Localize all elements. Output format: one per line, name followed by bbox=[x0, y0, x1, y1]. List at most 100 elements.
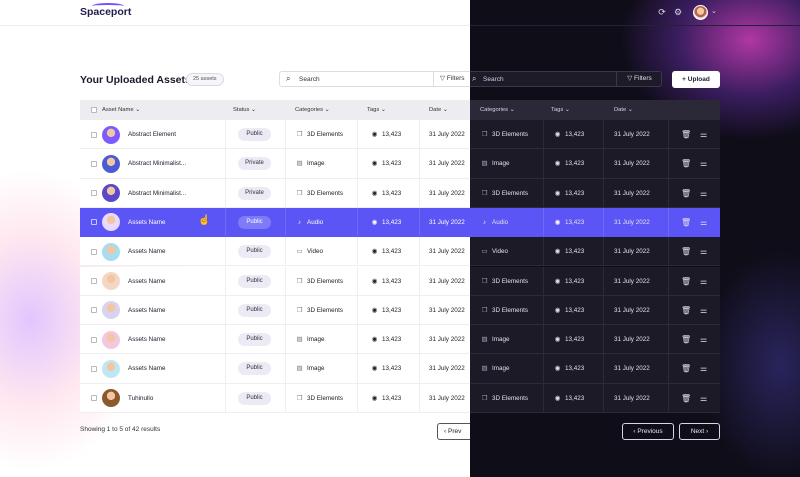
asset-name[interactable]: Abstract Minimalist... bbox=[128, 179, 186, 208]
filter-icon: ▽ bbox=[440, 75, 445, 82]
refresh-icon[interactable]: ⟳ bbox=[657, 7, 667, 17]
column-header-tags[interactable]: Tags ⌄ bbox=[367, 100, 386, 120]
eye-icon: ◉ bbox=[371, 365, 378, 373]
asset-thumbnail bbox=[102, 242, 120, 261]
sliders-icon[interactable]: ⚌ bbox=[700, 354, 707, 383]
category-cell-dark: ▭ Video bbox=[480, 237, 508, 266]
category-cell-dark: ❒ 3D Elements bbox=[480, 120, 528, 149]
category-cell-dark: ▨ Image bbox=[480, 149, 510, 178]
row-checkbox[interactable] bbox=[91, 365, 97, 372]
trash-icon[interactable]: 🗑 bbox=[681, 179, 691, 208]
row-checkbox[interactable] bbox=[91, 278, 97, 284]
upload-label: Upload bbox=[687, 76, 710, 83]
sliders-icon[interactable]: ⚌ bbox=[700, 149, 707, 178]
date-cell-dark: 31 July 2022 bbox=[614, 160, 650, 168]
sliders-icon[interactable]: ⚌ bbox=[700, 237, 707, 266]
asset-name[interactable]: Abstract Minimalist... bbox=[128, 149, 186, 178]
sliders-icon[interactable]: ⚌ bbox=[700, 267, 707, 296]
status-badge: Public bbox=[238, 362, 271, 376]
sliders-icon[interactable]: ⚌ bbox=[700, 296, 707, 325]
header-divider-dark bbox=[470, 25, 800, 26]
trash-icon[interactable]: 🗑 bbox=[681, 384, 691, 413]
table-row[interactable]: Abstract Minimalist... Private ❒ 3D Element… bbox=[80, 178, 720, 208]
select-all-checkbox[interactable] bbox=[91, 107, 97, 113]
trash-icon[interactable]: 🗑 bbox=[681, 325, 691, 354]
chevron-down-icon[interactable]: ⌄ bbox=[711, 7, 717, 15]
tags-cell: ◉ 13,423 bbox=[370, 354, 402, 383]
table-row[interactable]: Abstract Element Public ❒ 3D Elements ◉ 13,42… bbox=[80, 120, 720, 150]
settings-icon[interactable]: ⚙ bbox=[673, 7, 683, 17]
trash-icon[interactable]: 🗑 bbox=[681, 354, 691, 383]
tags-cell-dark: ◉ 13,423 bbox=[553, 120, 585, 149]
column-header-tags-dark[interactable]: Tags ⌄ bbox=[551, 100, 570, 120]
table-row[interactable]: Tuhinullo Public ❒ 3D Elements ◉ 13,423 31 Jul… bbox=[80, 383, 720, 413]
image-icon: ▨ bbox=[481, 365, 488, 373]
table-row[interactable]: Assets Name Public ▨ Image ◉ 13,423 31 July 20… bbox=[80, 354, 720, 384]
previous-button-light[interactable]: ‹ Prev bbox=[437, 423, 470, 440]
sliders-icon[interactable]: ⚌ bbox=[700, 384, 707, 413]
column-header-status[interactable]: Status ⌄ bbox=[233, 100, 256, 120]
column-header-categories[interactable]: Categories ⌄ bbox=[295, 100, 330, 120]
asset-name[interactable]: Assets Name bbox=[128, 267, 165, 296]
asset-name[interactable]: Assets Name bbox=[128, 325, 165, 354]
row-checkbox[interactable] bbox=[91, 131, 97, 138]
sliders-icon[interactable]: ⚌ bbox=[700, 120, 707, 149]
asset-name[interactable]: Tuhinullo bbox=[128, 384, 153, 413]
trash-icon[interactable]: 🗑 bbox=[681, 296, 691, 325]
sliders-icon[interactable]: ⚌ bbox=[700, 179, 707, 208]
asset-name[interactable]: Assets Name bbox=[128, 296, 165, 325]
sliders-icon[interactable]: ⚌ bbox=[700, 325, 707, 354]
table-row[interactable]: Assets Name Public ♪ Audio ◉ 13,423 31 July 20… bbox=[80, 207, 720, 238]
video-icon: ▭ bbox=[296, 248, 303, 256]
date-cell: 31 July 2022 bbox=[429, 365, 465, 373]
row-checkbox[interactable] bbox=[91, 160, 97, 167]
filters-button-light[interactable]: ▽ Filters bbox=[433, 71, 470, 87]
row-checkbox[interactable] bbox=[91, 395, 97, 402]
row-checkbox[interactable] bbox=[91, 307, 97, 314]
date-cell-dark: 31 July 2022 bbox=[614, 248, 650, 256]
cube-icon: ❒ bbox=[481, 189, 488, 197]
row-checkbox[interactable] bbox=[91, 219, 97, 226]
table-row[interactable]: Assets Name Public ▨ Image ◉ 13,423 31 July 20… bbox=[80, 325, 720, 355]
tags-cell-dark: ◉ 13,423 bbox=[553, 208, 585, 237]
column-header-date-dark[interactable]: Date ⌄ bbox=[614, 100, 633, 120]
asset-thumbnail bbox=[102, 330, 120, 349]
app-logo[interactable]: Spaceport bbox=[80, 6, 131, 18]
asset-name[interactable]: Abstract Element bbox=[128, 120, 176, 149]
user-avatar[interactable] bbox=[693, 5, 708, 20]
asset-name[interactable]: Assets Name bbox=[128, 208, 165, 237]
previous-button[interactable]: ‹ Previous bbox=[622, 423, 674, 440]
sliders-icon[interactable]: ⚌ bbox=[700, 208, 707, 237]
upload-button[interactable]: + Upload bbox=[672, 71, 720, 88]
tags-cell: ◉ 13,423 bbox=[370, 208, 402, 237]
tags-cell-dark: ◉ 13,423 bbox=[553, 325, 585, 354]
pagination-summary: Showing 1 to 5 of 42 results bbox=[80, 426, 161, 433]
trash-icon[interactable]: 🗑 bbox=[681, 208, 691, 237]
image-icon: ▨ bbox=[481, 160, 488, 168]
row-checkbox[interactable] bbox=[91, 190, 97, 197]
filters-button-dark[interactable]: ▽ Filters bbox=[616, 72, 662, 86]
next-button[interactable]: Next › bbox=[679, 423, 720, 440]
column-header-categories-dark[interactable]: Categories ⌄ bbox=[480, 100, 515, 120]
trash-icon[interactable]: 🗑 bbox=[681, 267, 691, 296]
row-checkbox[interactable] bbox=[91, 336, 97, 343]
column-header-name[interactable]: Asset Name ⌄ bbox=[102, 100, 140, 120]
eye-icon: ◉ bbox=[554, 218, 561, 226]
table-row[interactable]: Assets Name Public ❒ 3D Elements ◉ 13,423 31 J… bbox=[80, 295, 720, 326]
trash-icon[interactable]: 🗑 bbox=[681, 120, 691, 149]
table-row[interactable]: Abstract Minimalist... Private ▨ Image ◉ 13,4… bbox=[80, 149, 720, 179]
table-row[interactable]: Assets Name Public ▭ Video ◉ 13,423 31 July 20… bbox=[80, 237, 720, 267]
video-icon: ▭ bbox=[481, 248, 488, 256]
trash-icon[interactable]: 🗑 bbox=[681, 237, 691, 266]
search-input-dark[interactable]: ⌕ Search ▽ Filters bbox=[470, 71, 662, 87]
asset-name[interactable]: Assets Name bbox=[128, 354, 165, 383]
column-header-date[interactable]: Date ⌄ bbox=[429, 100, 448, 120]
cube-icon: ❒ bbox=[296, 394, 303, 402]
image-icon: ▨ bbox=[296, 365, 303, 373]
table-row[interactable]: Assets Name Public ❒ 3D Elements ◉ 13,423 31 J… bbox=[80, 266, 720, 296]
table-header-dark: Categories ⌄ Tags ⌄ Date ⌄ bbox=[470, 100, 720, 120]
trash-icon[interactable]: 🗑 bbox=[681, 149, 691, 178]
asset-name[interactable]: Assets Name bbox=[128, 237, 165, 266]
row-checkbox[interactable] bbox=[91, 248, 97, 255]
category-cell-dark: ❒ 3D Elements bbox=[480, 296, 528, 325]
